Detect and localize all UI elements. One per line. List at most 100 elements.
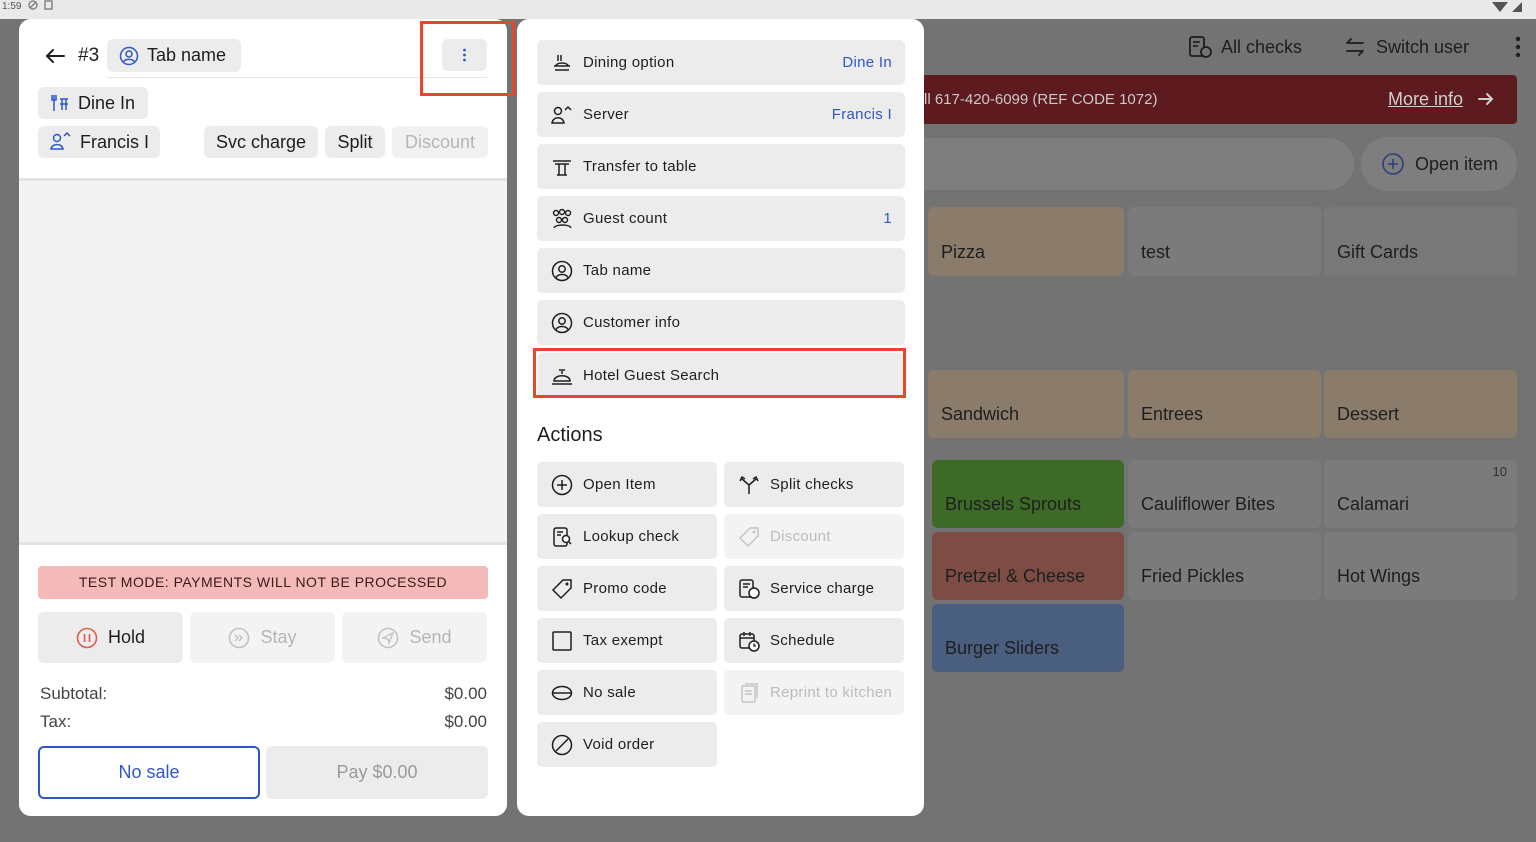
action-promo-code[interactable]: Promo code [537, 566, 717, 611]
hold-label: Hold [107, 627, 146, 647]
menu-tile[interactable]: Pizza [928, 207, 1124, 276]
all-checks-button[interactable]: All checks [1187, 34, 1302, 60]
tile-label: Sandwich [941, 404, 1020, 424]
action-label: Open Item [583, 476, 656, 493]
dining-icon [554, 54, 570, 71]
tab-name-chip[interactable]: Tab name [107, 39, 241, 72]
action-schedule[interactable]: Schedule [724, 618, 904, 663]
menu-tile[interactable]: Fried Pickles [1128, 532, 1321, 600]
action-label: Schedule [770, 632, 835, 649]
menu-item-tab-name[interactable]: Tab name [537, 248, 905, 293]
menu-item-customer-info[interactable]: Customer info [537, 300, 905, 345]
tile-label: test [1141, 242, 1171, 262]
reprint-icon [741, 682, 758, 703]
sim-card-icon [44, 0, 53, 10]
tile-label: Brussels Sprouts [945, 494, 1082, 514]
pay-button[interactable]: Pay $0.00 [266, 746, 488, 799]
switch-arrows-icon [1346, 38, 1364, 56]
subtotal-value: $0.00 [444, 684, 487, 703]
actions-heading: Actions [537, 424, 603, 446]
action-label: Tax exempt [583, 632, 663, 649]
action-label: No sale [583, 684, 636, 701]
action-label: Service charge [770, 580, 875, 597]
back-arrow-icon[interactable] [44, 46, 66, 66]
more-info-link[interactable]: More info [1388, 89, 1463, 110]
menu-search-input[interactable] [900, 138, 1354, 190]
highlight-box [420, 21, 515, 96]
menu-tile[interactable]: Dessert [1324, 370, 1517, 438]
tile-label: Pretzel & Cheese [945, 566, 1086, 586]
all-checks-label: All checks [1221, 36, 1303, 57]
server-label: Francis I [80, 131, 150, 152]
subtotal-label: Subtotal: [40, 684, 108, 703]
group-icon [552, 208, 572, 228]
action-label: Reprint to kitchen [770, 684, 893, 701]
action-label: Split checks [770, 476, 854, 493]
action-tax-exempt[interactable]: Tax exempt [537, 618, 717, 663]
menu-tile[interactable]: Entrees [1128, 370, 1321, 438]
action-open-item[interactable]: Open Item [537, 462, 717, 507]
menu-item-label: Guest count [583, 210, 668, 227]
action-split-checks[interactable]: Split checks [724, 462, 904, 507]
server-chip[interactable]: Francis I [38, 126, 160, 158]
menu-tile[interactable]: Sandwich [928, 370, 1124, 438]
stay-button[interactable]: Stay [190, 612, 335, 663]
status-time: 1:59 [2, 1, 22, 12]
menu-tile[interactable]: test [1128, 207, 1321, 276]
switch-user-label: Switch user [1376, 36, 1470, 57]
users-icon [551, 105, 572, 124]
menu-item-guest-count[interactable]: Guest count 1 [537, 196, 905, 241]
lookup-check-icon [553, 526, 572, 547]
switch-user-button[interactable]: Switch user [1342, 34, 1469, 60]
discount-button[interactable]: Discount [392, 126, 488, 158]
action-lookup-check[interactable]: Lookup check [537, 514, 717, 559]
tax-label: Tax: [40, 712, 72, 731]
open-item-button[interactable]: Open item [1361, 137, 1517, 191]
hold-button[interactable]: Hold [38, 612, 183, 663]
menu-tile[interactable]: Burger Sliders [932, 604, 1124, 672]
action-discount[interactable]: Discount [724, 514, 904, 559]
action-service-charge[interactable]: Service charge [724, 566, 904, 611]
menu-item-label: Server [583, 106, 629, 123]
calendar-clock-icon [739, 631, 760, 652]
menu-tile[interactable]: Cauliflower Bites [1128, 460, 1321, 528]
test-mode-banner: TEST MODE: PAYMENTS WILL NOT BE PROCESSE… [38, 566, 488, 599]
split-button[interactable]: Split [325, 126, 385, 158]
menu-item-server[interactable]: Server Francis I [537, 92, 905, 137]
fast-forward-circle-icon [229, 627, 250, 648]
svc-charge-button[interactable]: Svc charge [204, 126, 318, 158]
open-item-label: Open item [1415, 153, 1499, 174]
arrow-right-icon [1478, 93, 1494, 105]
menu-tile[interactable]: Pretzel & Cheese [932, 532, 1124, 600]
user-circle-icon [119, 46, 139, 65]
check-footer: TEST MODE: PAYMENTS WILL NOT BE PROCESSE… [19, 542, 507, 816]
action-label: Void order [583, 736, 655, 753]
tile-label: Entrees [1141, 404, 1204, 424]
menu-item-transfer-to-table[interactable]: Transfer to table [537, 144, 905, 189]
menu-tile[interactable]: 10 Calamari [1324, 460, 1517, 528]
discount-label: Discount [404, 131, 476, 152]
action-void-order[interactable]: Void order [537, 722, 717, 767]
tag-icon [738, 526, 759, 547]
action-reprint-to-kitchen[interactable]: Reprint to kitchen [724, 670, 904, 715]
tile-count: 10 [1492, 464, 1507, 479]
action-no-sale[interactable]: No sale [537, 670, 717, 715]
no-sale-button[interactable]: No sale [38, 746, 260, 799]
do-not-disturb-icon [28, 0, 38, 10]
table-icon [553, 159, 571, 176]
menu-tile[interactable]: Brussels Sprouts [932, 460, 1124, 528]
svc-charge-label: Svc charge [215, 131, 307, 152]
menu-tile[interactable]: Gift Cards [1324, 207, 1517, 276]
overflow-menu-icon[interactable] [1508, 34, 1528, 60]
menu-item-value: Dine In [842, 54, 892, 71]
menu-item-dining-option[interactable]: Dining option Dine In [537, 40, 905, 85]
tile-label: Gift Cards [1337, 242, 1419, 262]
send-button[interactable]: Send [342, 612, 487, 663]
check-number: #3 [78, 45, 100, 66]
tag-icon [551, 578, 572, 599]
menu-tile[interactable]: Hot Wings [1324, 532, 1517, 600]
service-charge-icon [739, 578, 760, 599]
tile-label: Dessert [1337, 404, 1400, 424]
action-label: Discount [770, 528, 831, 545]
dining-option-chip[interactable]: Dine In [38, 87, 148, 119]
